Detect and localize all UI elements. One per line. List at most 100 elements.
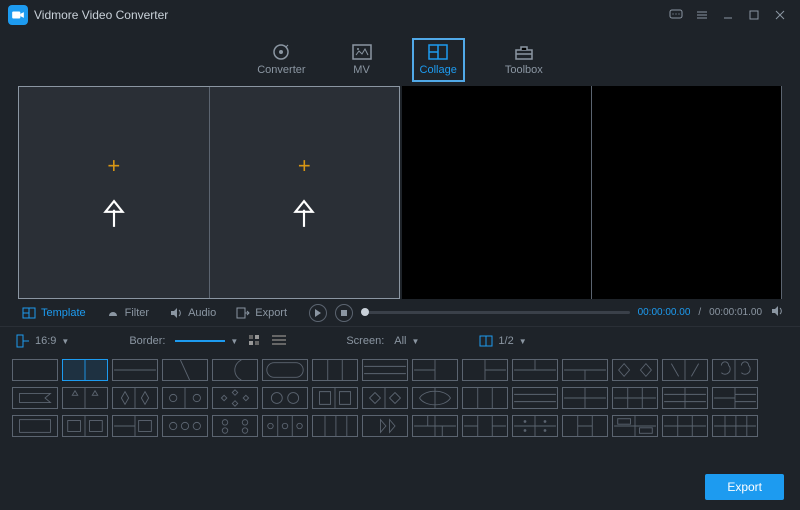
timeline-handle[interactable] (361, 308, 369, 316)
layout-option[interactable] (562, 359, 608, 381)
maximize-icon[interactable] (742, 3, 766, 27)
main-tabs: Converter MV Collage Toolbox (0, 30, 800, 86)
mv-icon (352, 44, 372, 60)
screen-select[interactable]: All ▼ (394, 335, 419, 347)
layout-option[interactable] (62, 415, 108, 437)
layout-option[interactable] (112, 359, 158, 381)
subtab-audio-label: Audio (188, 307, 216, 319)
close-icon[interactable] (768, 3, 792, 27)
playbar: 00:00:00.00/00:00:01.00 (301, 304, 784, 322)
layout-option[interactable] (512, 415, 558, 437)
pager-select[interactable]: 1/2 ▼ (479, 335, 526, 347)
menu-icon[interactable] (690, 3, 714, 27)
layout-option[interactable] (12, 359, 58, 381)
layout-option[interactable] (112, 415, 158, 437)
layout-option[interactable] (512, 387, 558, 409)
layout-option[interactable] (362, 359, 408, 381)
layout-option[interactable] (412, 415, 458, 437)
subtab-audio[interactable]: Audio (163, 304, 222, 322)
layout-option[interactable] (562, 415, 608, 437)
layout-option[interactable] (212, 359, 258, 381)
layout-option[interactable] (262, 359, 308, 381)
screen-label: Screen: (346, 335, 384, 347)
tab-converter[interactable]: Converter (251, 40, 311, 80)
layout-option[interactable] (412, 387, 458, 409)
preview-panel (402, 86, 782, 299)
layout-option[interactable] (312, 359, 358, 381)
ratio-select[interactable]: 16:9 ▼ (16, 334, 69, 348)
stop-button[interactable] (335, 304, 353, 322)
layout-option[interactable] (162, 359, 208, 381)
layout-option[interactable] (612, 415, 658, 437)
tab-toolbox[interactable]: Toolbox (499, 40, 549, 80)
layout-option[interactable] (662, 387, 708, 409)
layout-option[interactable] (162, 415, 208, 437)
layout-option[interactable] (312, 387, 358, 409)
ratio-label: 16:9 (35, 335, 56, 347)
edit-panel: + + (18, 86, 400, 299)
layout-option[interactable] (462, 359, 508, 381)
layout-option[interactable] (362, 387, 408, 409)
layout-option[interactable] (62, 387, 108, 409)
options-bar: 16:9 ▼ Border: ▼ Screen: All ▼ 1/2 ▼ (0, 327, 800, 355)
layout-option[interactable] (62, 359, 108, 381)
layout-option[interactable] (262, 387, 308, 409)
layout-option[interactable] (662, 359, 708, 381)
play-button[interactable] (309, 304, 327, 322)
footer: Export (705, 474, 784, 500)
collage-icon (428, 44, 448, 60)
layout-option[interactable] (212, 387, 258, 409)
volume-icon[interactable] (770, 305, 784, 320)
layout-option[interactable] (512, 359, 558, 381)
layout-option[interactable] (212, 415, 258, 437)
add-icon: + (298, 153, 311, 179)
chevron-down-icon: ▼ (412, 337, 420, 346)
slot-2[interactable]: + (210, 87, 400, 298)
subtab-filter[interactable]: Filter (100, 304, 155, 322)
pager-label: 1/2 (498, 335, 513, 347)
screen-value: All (394, 335, 406, 347)
tab-mv[interactable]: MV (346, 40, 378, 80)
layout-option[interactable] (562, 387, 608, 409)
tab-collage-label: Collage (420, 64, 457, 76)
subtab-template[interactable]: Template (16, 304, 92, 322)
slot-1[interactable]: + (19, 87, 210, 298)
layout-option[interactable] (712, 359, 758, 381)
layout-option[interactable] (412, 359, 458, 381)
export-button[interactable]: Export (705, 474, 784, 500)
layout-option[interactable] (162, 387, 208, 409)
subtab-export-label: Export (255, 307, 287, 319)
layout-option[interactable] (112, 387, 158, 409)
layout-option[interactable] (612, 387, 658, 409)
upload-icon (291, 199, 317, 232)
timeline[interactable] (361, 311, 630, 314)
tab-converter-label: Converter (257, 64, 305, 76)
subtab-export[interactable]: Export (230, 304, 293, 322)
layout-option[interactable] (12, 415, 58, 437)
minimize-icon[interactable] (716, 3, 740, 27)
time-sep: / (698, 307, 701, 318)
layout-option[interactable] (362, 415, 408, 437)
layout-option[interactable] (312, 415, 358, 437)
border-label: Border: (129, 335, 165, 347)
layout-option[interactable] (462, 415, 508, 437)
tab-collage[interactable]: Collage (412, 38, 465, 82)
layout-option[interactable] (12, 387, 58, 409)
layout-option[interactable] (662, 415, 708, 437)
layout-option[interactable] (262, 415, 308, 437)
border-pattern-select[interactable] (272, 334, 286, 348)
tab-toolbox-label: Toolbox (505, 64, 543, 76)
audio-icon (169, 307, 183, 319)
feedback-icon[interactable] (664, 3, 688, 27)
layout-option[interactable] (712, 415, 758, 437)
tab-mv-label: MV (353, 64, 370, 76)
border-color-select[interactable] (248, 334, 262, 348)
app-title: Vidmore Video Converter (34, 8, 662, 22)
add-icon: + (107, 153, 120, 179)
filter-icon (106, 307, 120, 319)
layout-option[interactable] (612, 359, 658, 381)
layout-option[interactable] (462, 387, 508, 409)
upload-icon (101, 199, 127, 232)
border-style-select[interactable]: ▼ (175, 337, 238, 346)
layout-option[interactable] (712, 387, 758, 409)
